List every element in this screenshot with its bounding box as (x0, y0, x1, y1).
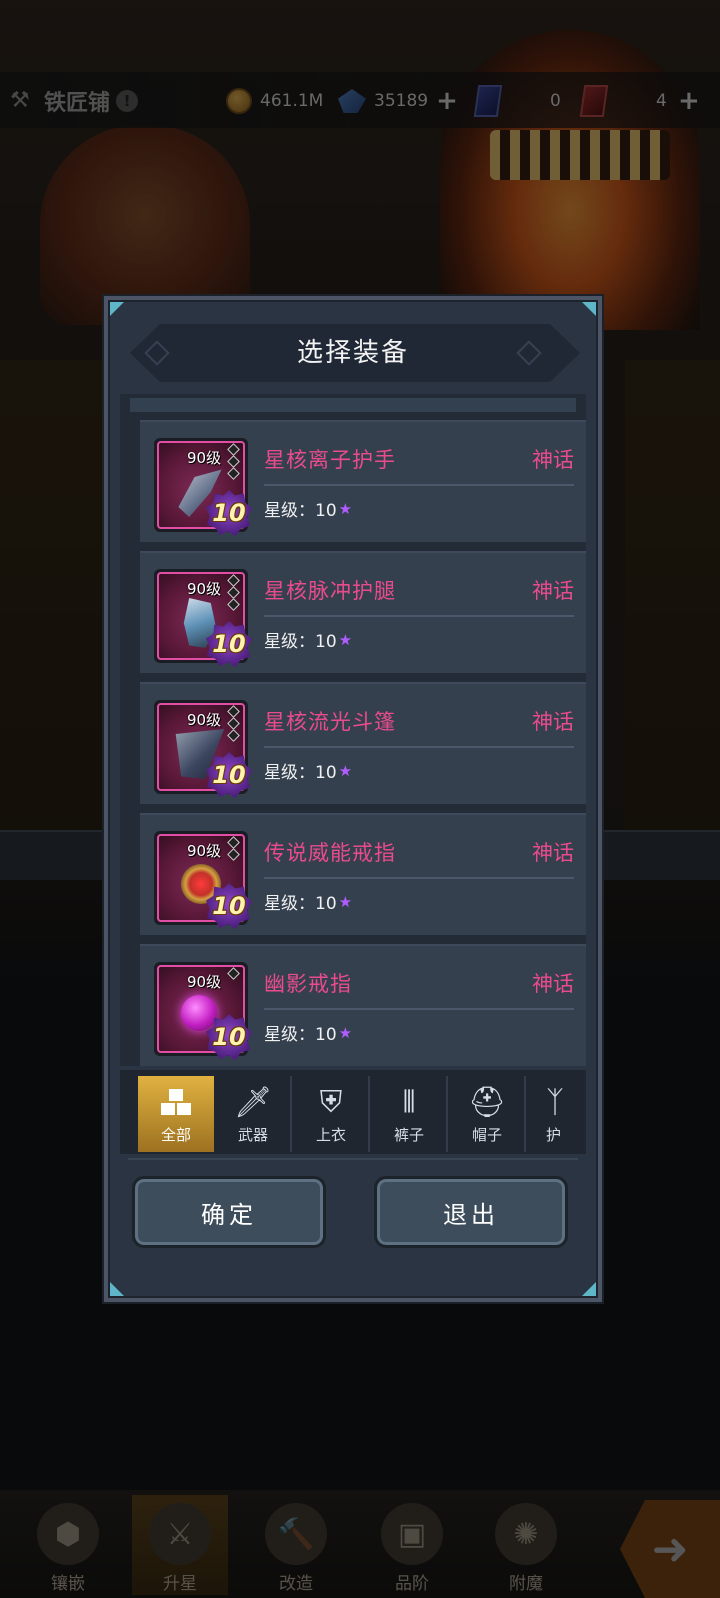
item-level: 90级 (187, 711, 222, 729)
equipment-icon-frame: 90级 10 (154, 831, 252, 929)
item-divider (264, 877, 574, 879)
item-star-level: 星级：10 ★ (264, 889, 353, 915)
gem-slot (227, 848, 240, 861)
tab-top-label: 上衣 (315, 1126, 346, 1144)
gem-slot (227, 598, 240, 611)
gloves-icon: ᛉ (546, 1084, 564, 1120)
tab-weapon[interactable]: 🗡 武器 (216, 1076, 292, 1152)
equipment-icon-frame: 90级 10 (154, 569, 252, 667)
sword-icon: 🗡 (233, 1084, 273, 1120)
corner-decoration (582, 302, 596, 316)
equipment-item[interactable]: 90级 10 星核脉冲护腿 神话 星级：10 ★ (140, 551, 586, 673)
tab-all-label: 全部 (160, 1126, 191, 1144)
confirm-button[interactable]: 确定 (132, 1176, 326, 1248)
star-level-number: 10 (212, 892, 246, 920)
gem-slot (227, 729, 240, 742)
item-star-label: 星级：10 (264, 501, 337, 521)
item-rarity: 神话 (532, 579, 574, 603)
item-level: 90级 (187, 449, 222, 467)
item-name: 星核流光斗篷 (264, 710, 396, 734)
item-name: 星核离子护手 (264, 448, 396, 472)
tab-gloves[interactable]: ᛉ 护 (528, 1076, 586, 1152)
equipment-item[interactable]: 90级 10 星核流光斗篷 神话 星级：10 ★ (140, 682, 586, 804)
pants-icon: ⫴ (402, 1084, 416, 1120)
corner-decoration (110, 1282, 124, 1296)
corner-decoration (110, 302, 124, 316)
item-star-level: 星级：10 ★ (264, 627, 353, 653)
exit-button[interactable]: 退出 (374, 1176, 568, 1248)
equipment-item[interactable]: 90级 10 幽影戒指 神话 星级：10 ★ (140, 944, 586, 1066)
gem-slots (227, 705, 241, 742)
equipment-icon-frame: 90级 10 (154, 438, 252, 536)
item-divider (264, 746, 574, 748)
armor-icon: ⛨ (319, 1084, 343, 1120)
gem-slots (227, 574, 241, 611)
item-level: 90级 (187, 973, 222, 991)
tab-pants[interactable]: ⫴ 裤子 (372, 1076, 448, 1152)
shadow-ring-icon (181, 995, 217, 1031)
item-star-label: 星级：10 (264, 894, 337, 914)
list-scroll-strip (130, 398, 576, 412)
gem-slot (227, 586, 240, 599)
select-equipment-dialog: 选择装备 90级 10 星核离子护手 神话 星级：10 ★ 90级 10 星核脉… (104, 296, 602, 1302)
item-star-label: 星级：10 (264, 632, 337, 652)
purple-star-icon: ★ (338, 499, 353, 518)
star-level-number: 10 (212, 1023, 246, 1051)
gem-slot (227, 836, 240, 849)
tab-helmet-label: 帽子 (471, 1126, 502, 1144)
purple-star-icon: ★ (338, 630, 353, 649)
tab-pants-label: 裤子 (393, 1126, 424, 1144)
corner-decoration (582, 1282, 596, 1296)
gem-slots (227, 443, 241, 480)
equipment-icon-frame: 90级 10 (154, 700, 252, 798)
star-level-number: 10 (212, 499, 246, 527)
item-star-level: 星级：10 ★ (264, 1020, 353, 1046)
equipment-list[interactable]: 90级 10 星核离子护手 神话 星级：10 ★ 90级 10 星核脉冲护腿 神… (120, 394, 586, 1066)
item-level: 90级 (187, 580, 222, 598)
equipment-item[interactable]: 90级 10 传说威能戒指 神话 星级：10 ★ (140, 813, 586, 935)
all-items-icon (138, 1080, 214, 1124)
gem-slot (227, 705, 240, 718)
gem-slot (227, 443, 240, 456)
category-filter-tabs[interactable]: 全部 🗡 武器 ⛨ 上衣 ⫴ 裤子 ⛑ 帽子 ᛉ 护 (120, 1070, 586, 1154)
item-divider (264, 615, 574, 617)
purple-star-icon: ★ (338, 761, 353, 780)
equipment-item[interactable]: 90级 10 星核离子护手 神话 星级：10 ★ (140, 420, 586, 542)
item-star-level: 星级：10 ★ (264, 496, 353, 522)
purple-star-icon: ★ (338, 892, 353, 911)
item-star-label: 星级：10 (264, 763, 337, 783)
gem-slot (227, 455, 240, 468)
gem-slot (227, 717, 240, 730)
item-rarity: 神话 (532, 448, 574, 472)
gem-slot (227, 574, 240, 587)
item-rarity: 神话 (532, 972, 574, 996)
item-divider (264, 484, 574, 486)
item-name: 幽影戒指 (264, 972, 352, 996)
tab-top[interactable]: ⛨ 上衣 (294, 1076, 370, 1152)
gem-slots (227, 836, 241, 861)
item-name: 星核脉冲护腿 (264, 579, 396, 603)
item-name: 传说威能戒指 (264, 841, 396, 865)
item-star-level: 星级：10 ★ (264, 758, 353, 784)
tab-gloves-label: 护 (546, 1126, 562, 1144)
tab-weapon-label: 武器 (237, 1126, 268, 1144)
purple-star-icon: ★ (338, 1023, 353, 1042)
gem-slot (227, 467, 240, 480)
item-divider (264, 1008, 574, 1010)
item-level: 90级 (187, 842, 222, 860)
gem-slots (227, 967, 241, 980)
item-rarity: 神话 (532, 710, 574, 734)
helmet-icon: ⛑ (467, 1084, 507, 1120)
gem-slot (227, 967, 240, 980)
tab-all[interactable]: 全部 (138, 1076, 214, 1152)
equipment-icon-frame: 90级 10 (154, 962, 252, 1060)
star-level-number: 10 (212, 630, 246, 658)
tabs-divider (128, 1158, 578, 1160)
dialog-title: 选择装备 (296, 338, 409, 368)
tab-helmet[interactable]: ⛑ 帽子 (450, 1076, 526, 1152)
item-rarity: 神话 (532, 841, 574, 865)
star-level-number: 10 (212, 761, 246, 789)
item-star-label: 星级：10 (264, 1025, 337, 1045)
